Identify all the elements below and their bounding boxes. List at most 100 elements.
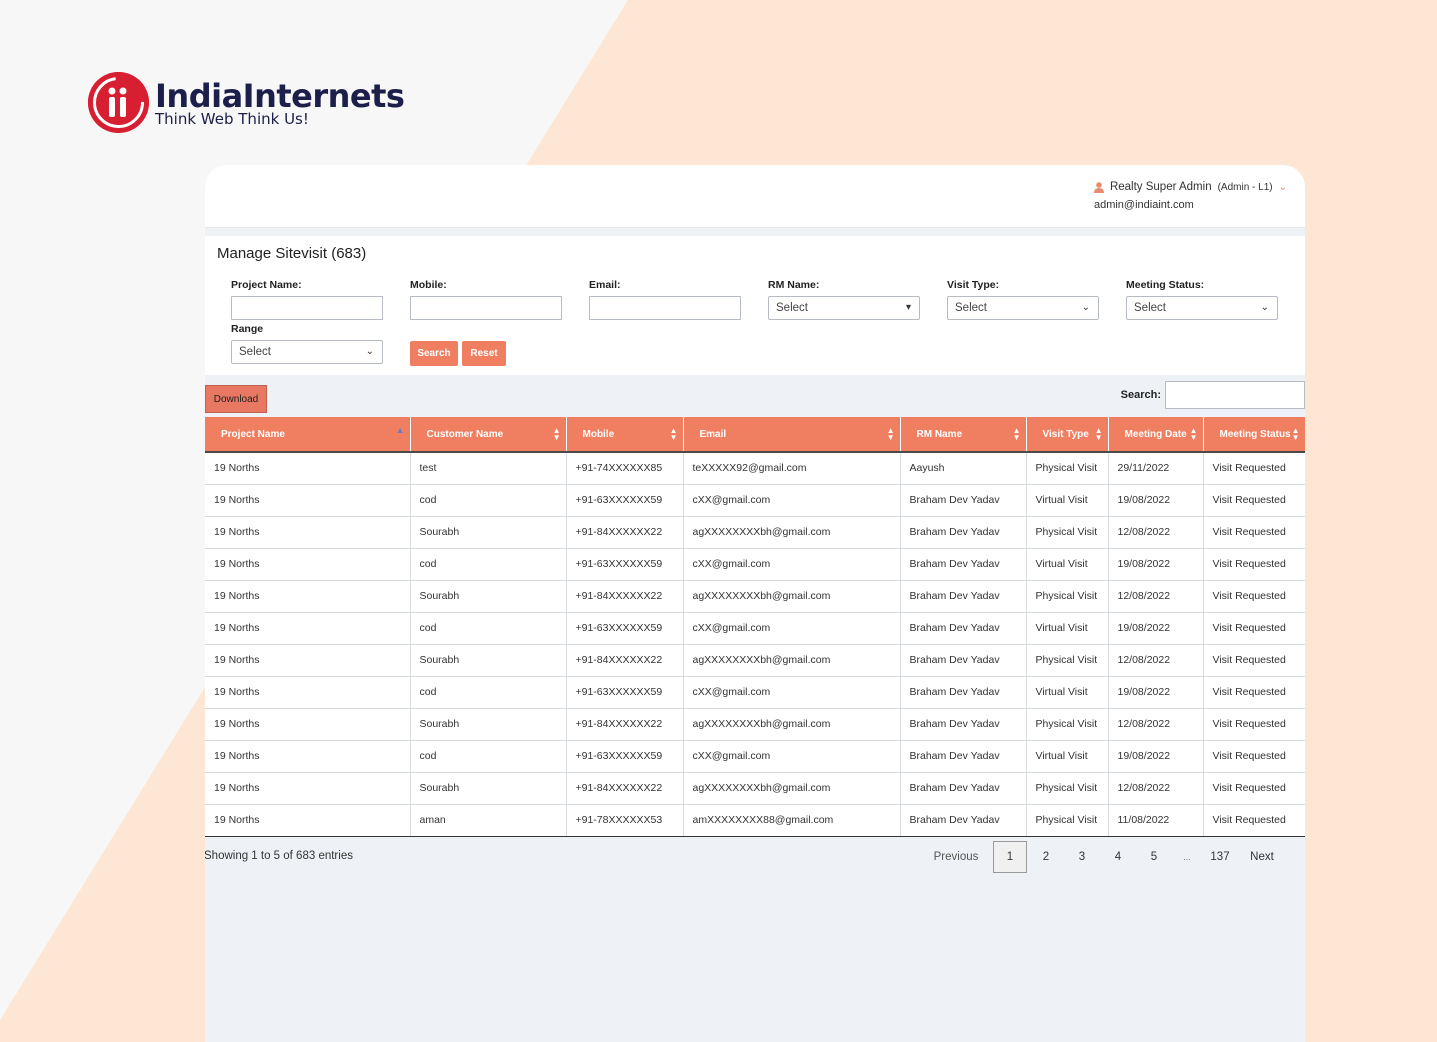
rm-name-cell: Braham Dev Yadav	[900, 516, 1027, 549]
meeting-status-select[interactable]: Select ⌄	[1126, 296, 1278, 320]
rm-name-cell: Aayush	[900, 452, 1027, 485]
download-button[interactable]: Download	[205, 385, 267, 413]
pagination-page[interactable]: 2	[1028, 851, 1064, 863]
page-title: Manage Sitevisit (683)	[217, 245, 367, 262]
visit-type-select[interactable]: Select ⌄	[947, 296, 1099, 320]
email-cell: teXXXXX92@gmail.com	[683, 452, 901, 485]
sort-icon: ▲ ▼	[1291, 426, 1300, 442]
table-search-input[interactable]	[1165, 381, 1305, 409]
meeting-date-cell: 19/08/2022	[1108, 612, 1204, 645]
project-name-input[interactable]	[231, 296, 383, 320]
user-menu[interactable]: Realty Super Admin (Admin - L1) ⌄ admin@…	[1093, 181, 1287, 211]
customer-name-cell: Sourabh	[410, 772, 567, 805]
pagination-page[interactable]: 5	[1136, 851, 1172, 863]
reset-button[interactable]: Reset	[462, 341, 506, 366]
table-row[interactable]: 19 Norths Sourabh +91-84XXXXXX22 agXXXXXXXX…	[205, 644, 1305, 677]
customer-name-cell: test	[410, 452, 567, 485]
customer-name-cell: Sourabh	[410, 516, 567, 549]
meeting-date-cell: 12/08/2022	[1108, 580, 1204, 613]
column-header-visit-type[interactable]: Visit Type ▲ ▼	[1026, 417, 1109, 453]
table-row[interactable]: 19 Norths aman +91-78XXXXXX53 amXXXXXXXX88@…	[205, 804, 1305, 837]
meeting-status-cell: Visit Requested	[1203, 484, 1305, 517]
sort-icon: ▲ ▼	[886, 426, 895, 442]
user-email: admin@indiaint.com	[1093, 199, 1194, 211]
meeting-status-cell: Visit Requested	[1203, 676, 1305, 709]
pagination-page[interactable]: 3	[1064, 851, 1100, 863]
mobile-cell: +91-63XXXXXX59	[566, 484, 684, 517]
pagination-page-last[interactable]: 137	[1202, 851, 1238, 863]
project-name-cell: 19 Norths	[205, 452, 411, 485]
pagination-page-current[interactable]: 1	[993, 841, 1027, 873]
rm-name-field: RM Name: Select ▾	[768, 279, 920, 320]
column-header-rm-name[interactable]: RM Name ▲ ▼	[900, 417, 1027, 453]
mobile-cell: +91-74XXXXXX85	[566, 452, 684, 485]
range-value: Select	[239, 346, 271, 358]
table-row[interactable]: 19 Norths Sourabh +91-84XXXXXX22 agXXXXXXXX…	[205, 516, 1305, 549]
caret-down-icon: ▾	[905, 302, 911, 313]
rm-name-cell: Braham Dev Yadav	[900, 644, 1027, 677]
table-row[interactable]: 19 Norths test +91-74XXXXXX85 teXXXXX92@gma…	[205, 452, 1305, 485]
project-name-cell: 19 Norths	[205, 580, 411, 613]
chevron-down-icon: ⌄	[1081, 302, 1090, 313]
search-button[interactable]: Search	[410, 341, 458, 366]
table-row[interactable]: 19 Norths cod +91-63XXXXXX59 cXX@gmail.com B…	[205, 612, 1305, 645]
mobile-cell: +91-84XXXXXX22	[566, 580, 684, 613]
visit-type-cell: Physical Visit	[1026, 452, 1109, 485]
brand-logo[interactable]: IndiaInternets Think Web Think Us!	[88, 72, 405, 133]
visit-type-cell: Virtual Visit	[1026, 548, 1109, 581]
email-label: Email:	[589, 279, 621, 291]
meeting-status-cell: Visit Requested	[1203, 740, 1305, 773]
column-header-project-name[interactable]: Project Name ▲	[205, 417, 411, 453]
brand-name: IndiaInternets	[155, 76, 405, 115]
meeting-status-cell: Visit Requested	[1203, 580, 1305, 613]
visit-type-cell: Virtual Visit	[1026, 676, 1109, 709]
column-header-meeting-status[interactable]: Meeting Status ▲ ▼	[1203, 417, 1305, 453]
mobile-input[interactable]	[410, 296, 562, 320]
meeting-date-cell: 12/08/2022	[1108, 708, 1204, 741]
email-input[interactable]	[589, 296, 741, 320]
table-row[interactable]: 19 Norths cod +91-63XXXXXX59 cXX@gmail.com B…	[205, 676, 1305, 709]
project-name-cell: 19 Norths	[205, 548, 411, 581]
table-row[interactable]: 19 Norths Sourabh +91-84XXXXXX22 agXXXXXXXX…	[205, 580, 1305, 613]
table-row[interactable]: 19 Norths cod +91-63XXXXXX59 cXX@gmail.com B…	[205, 484, 1305, 517]
chevron-down-icon[interactable]: ⌄	[1279, 182, 1287, 193]
email-cell: cXX@gmail.com	[683, 484, 901, 517]
visit-type-cell: Physical Visit	[1026, 516, 1109, 549]
column-header-meeting-date[interactable]: Meeting Date ▲ ▼	[1108, 417, 1204, 453]
email-field: Email:	[589, 279, 741, 320]
rm-name-cell: Braham Dev Yadav	[900, 676, 1027, 709]
customer-name-cell: cod	[410, 612, 567, 645]
mobile-cell: +91-84XXXXXX22	[566, 772, 684, 805]
meeting-status-cell: Visit Requested	[1203, 452, 1305, 485]
mobile-cell: +91-84XXXXXX22	[566, 708, 684, 741]
mobile-cell: +91-63XXXXXX59	[566, 612, 684, 645]
meeting-date-cell: 12/08/2022	[1108, 772, 1204, 805]
column-header-mobile[interactable]: Mobile ▲ ▼	[566, 417, 684, 453]
meeting-status-label: Meeting Status:	[1126, 279, 1205, 291]
email-cell: agXXXXXXXXbh@gmail.com	[683, 772, 901, 805]
meeting-status-cell: Visit Requested	[1203, 804, 1305, 837]
email-cell: agXXXXXXXXbh@gmail.com	[683, 644, 901, 677]
pagination-previous[interactable]: Previous	[920, 851, 992, 863]
mobile-label: Mobile:	[410, 279, 447, 291]
visit-type-cell: Physical Visit	[1026, 580, 1109, 613]
user-name: Realty Super Admin	[1109, 181, 1212, 193]
top-bar: Realty Super Admin (Admin - L1) ⌄ admin@…	[205, 165, 1305, 228]
pagination-next[interactable]: Next	[1238, 851, 1286, 863]
visit-type-cell: Virtual Visit	[1026, 612, 1109, 645]
user-role: (Admin - L1)	[1217, 181, 1273, 193]
pagination-page[interactable]: 4	[1100, 851, 1136, 863]
range-select[interactable]: Select ⌄	[231, 340, 383, 364]
table-row[interactable]: 19 Norths Sourabh +91-84XXXXXX22 agXXXXXXXX…	[205, 708, 1305, 741]
rm-name-select[interactable]: Select ▾	[768, 296, 920, 320]
table-row[interactable]: 19 Norths cod +91-63XXXXXX59 cXX@gmail.com B…	[205, 740, 1305, 773]
mobile-cell: +91-63XXXXXX59	[566, 676, 684, 709]
table-row[interactable]: 19 Norths cod +91-63XXXXXX59 cXX@gmail.com B…	[205, 548, 1305, 581]
email-cell: agXXXXXXXXbh@gmail.com	[683, 708, 901, 741]
column-header-customer-name[interactable]: Customer Name ▲ ▼	[410, 417, 567, 453]
column-header-email[interactable]: Email ▲ ▼	[683, 417, 901, 453]
rm-name-cell: Braham Dev Yadav	[900, 548, 1027, 581]
table-header-row: Project Name ▲ Customer Name ▲ ▼ Mobile ▲ ▼ E…	[205, 417, 1305, 453]
visit-type-value: Select	[955, 302, 987, 314]
table-row[interactable]: 19 Norths Sourabh +91-84XXXXXX22 agXXXXXXXX…	[205, 772, 1305, 805]
